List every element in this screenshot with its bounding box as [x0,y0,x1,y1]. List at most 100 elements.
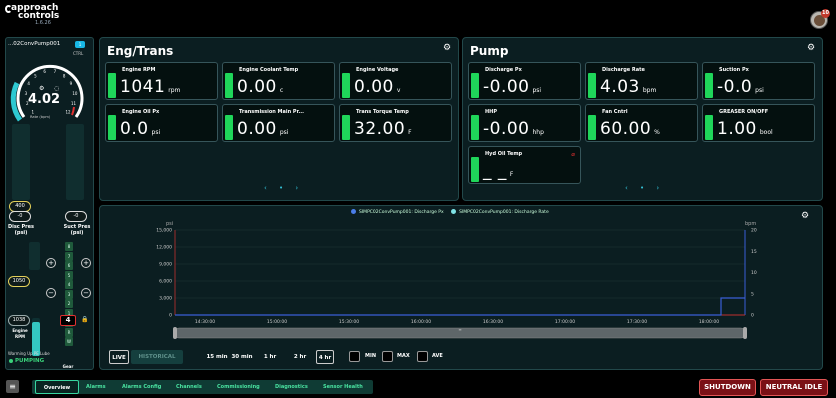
metric-unit: hhp [532,129,544,136]
metric-card[interactable]: Engine Oil Px 0.0 psi [105,104,218,142]
x-tick-label: 15:30:00 [339,319,359,325]
metric-status-bar [705,73,713,98]
checkbox[interactable] [417,351,428,362]
range-button[interactable]: 15 min [206,350,228,364]
x-tick-label: 15:00:00 [267,319,287,325]
metric-card[interactable]: Trans Torque Temp 32.00 F [339,104,452,142]
historical-button[interactable]: HISTORICAL [131,350,183,364]
x-tick-label: 17:30:00 [627,319,647,325]
metric-unit: psi [279,129,289,136]
pump-tag-badge[interactable]: 1 [75,41,85,48]
range-button[interactable]: 30 min [231,350,253,364]
shutdown-button[interactable]: SHUTDOWN [699,379,756,396]
navigator-right-handle[interactable] [743,327,747,339]
tab-channels[interactable]: Channels [176,380,202,394]
tab-sensor-health[interactable]: Sensor Health [323,380,363,394]
x-tick-label: 18:00:00 [699,319,719,325]
tab-overview[interactable]: Overview [35,380,79,394]
metric-label: Trans Torque Temp [356,109,409,115]
eng-settings-gear-icon[interactable]: ⚙ [443,44,452,53]
gear-option[interactable]: 5 [65,270,73,280]
pump-settings-gear-icon[interactable]: ⚙ [807,44,816,53]
engine-icon: ⚙ [39,85,44,92]
range-button[interactable]: 4 hr [316,350,334,364]
gear-lock-icon: 🔒 [81,316,89,323]
metric-label: Discharge Px [485,67,522,73]
metric-card[interactable]: GREASER ON/OFF 1.00 bool [702,104,815,142]
gear-up-button[interactable]: + [81,258,91,268]
checkbox-label: MAX [397,353,410,359]
metric-card[interactable]: Transmission Main Pr... 0.00 psi [222,104,335,142]
rpm-value: 1038 [8,315,30,326]
navigator-left-handle[interactable] [173,327,177,339]
metric-card[interactable]: Engine Coolant Temp 0.00 c [222,62,335,100]
gear-down-button[interactable]: − [81,288,91,298]
metric-status-bar [471,157,479,182]
gear-option[interactable]: R [65,327,73,337]
right-tick-label: 5 [751,291,754,297]
metric-value-row: -0.00 psi [483,77,541,97]
gear-option[interactable]: 7 [65,251,73,261]
rpm-plus-button[interactable]: + [46,258,56,268]
neutral-idle-button[interactable]: NEUTRAL IDLE [760,379,828,396]
logo-line2: controls [18,11,60,21]
eng-pager[interactable]: ‹ • › [264,184,303,192]
metric-unit: psi [532,87,542,94]
metric-unit: c [279,87,284,94]
metric-value: 32.00 [354,119,406,139]
metric-card[interactable]: Discharge Rate 4.03 bpm [585,62,698,100]
metric-card[interactable]: Fan Cntrl 60.00% [585,104,698,142]
checkbox[interactable] [382,351,393,362]
metric-unit: % [654,129,660,136]
pump-name: ...02ConvPump001 [8,41,61,47]
metric-label: Discharge Rate [602,67,645,73]
left-axis-label: psi [166,221,173,227]
left-tick-label: 12,000 [156,245,172,251]
rpm-minus-button[interactable]: − [46,288,56,298]
metric-card[interactable]: Suction Px -0.0 psi [702,62,815,100]
gear-option[interactable]: 6 [65,261,73,270]
range-button[interactable]: 2 hr [289,350,311,364]
user-avatar[interactable]: 10 [810,9,830,29]
pump-panel: Pump ⚙ Discharge Px -0.00 psi Discharge Rat… [462,37,823,201]
right-tick-label: 15 [751,249,757,255]
metric-value-row: 0.00 v [354,77,400,97]
metric-card[interactable]: Engine Voltage 0.00 v [339,62,452,100]
metric-card[interactable]: HHP -0.00 hhp [468,104,581,142]
trend-chart[interactable]: psi bpm 15,000 12,000 9,000 6,000 3,000 0 20 15 10… [100,206,824,348]
gear-option[interactable]: 2 [65,299,73,308]
gear-option[interactable]: W [65,337,73,346]
metric-card[interactable]: Hyd Oil Temp _ _ F ⌀ [468,146,581,184]
pump-pager[interactable]: ‹ • › [625,184,664,192]
metric-value: 0.00 [237,77,277,97]
series-discharge-rate-line [175,297,745,316]
metric-status-bar [342,73,350,98]
metric-value: 4.03 [600,77,640,97]
live-button[interactable]: LIVE [109,350,129,364]
metric-status-bar [588,73,596,98]
menu-icon[interactable]: ≡ [6,380,19,393]
temp-icon: ◌ [54,85,59,92]
tab-alarms-config[interactable]: Alarms Config [122,380,161,394]
chart-controls: LIVE HISTORICAL 15 min 30 min 1 hr 2 hr 4 hr… [109,350,529,364]
tab-diagnostics[interactable]: Diagnostics [275,380,308,394]
range-button[interactable]: 1 hr [259,350,281,364]
right-tick-label: 0 [751,313,754,319]
metric-status-bar [588,115,596,140]
rpm-setpoint[interactable]: 1050 [8,276,30,287]
metric-value: 0.0 [120,119,149,139]
gear-option[interactable]: 4 [65,280,73,289]
metric-card[interactable]: Discharge Px -0.00 psi [468,62,581,100]
tab-commissioning[interactable]: Commissioning [217,380,260,394]
tab-alarms[interactable]: Alarms [86,380,106,394]
metric-status-bar [471,115,479,140]
gear-option[interactable]: 3 [65,289,73,299]
metric-card[interactable]: Engine RPM 1041 rpm [105,62,218,100]
gear-option[interactable]: 8 [65,242,73,251]
checkbox[interactable] [349,351,360,362]
metric-value: 0.00 [237,119,277,139]
gauge-tick: 1 [32,110,35,115]
gauge-tick: 7 [54,69,57,74]
metric-unit: bpm [642,87,657,94]
app-root: approach controls 1.6.26 10 ...02ConvPum… [0,0,836,398]
